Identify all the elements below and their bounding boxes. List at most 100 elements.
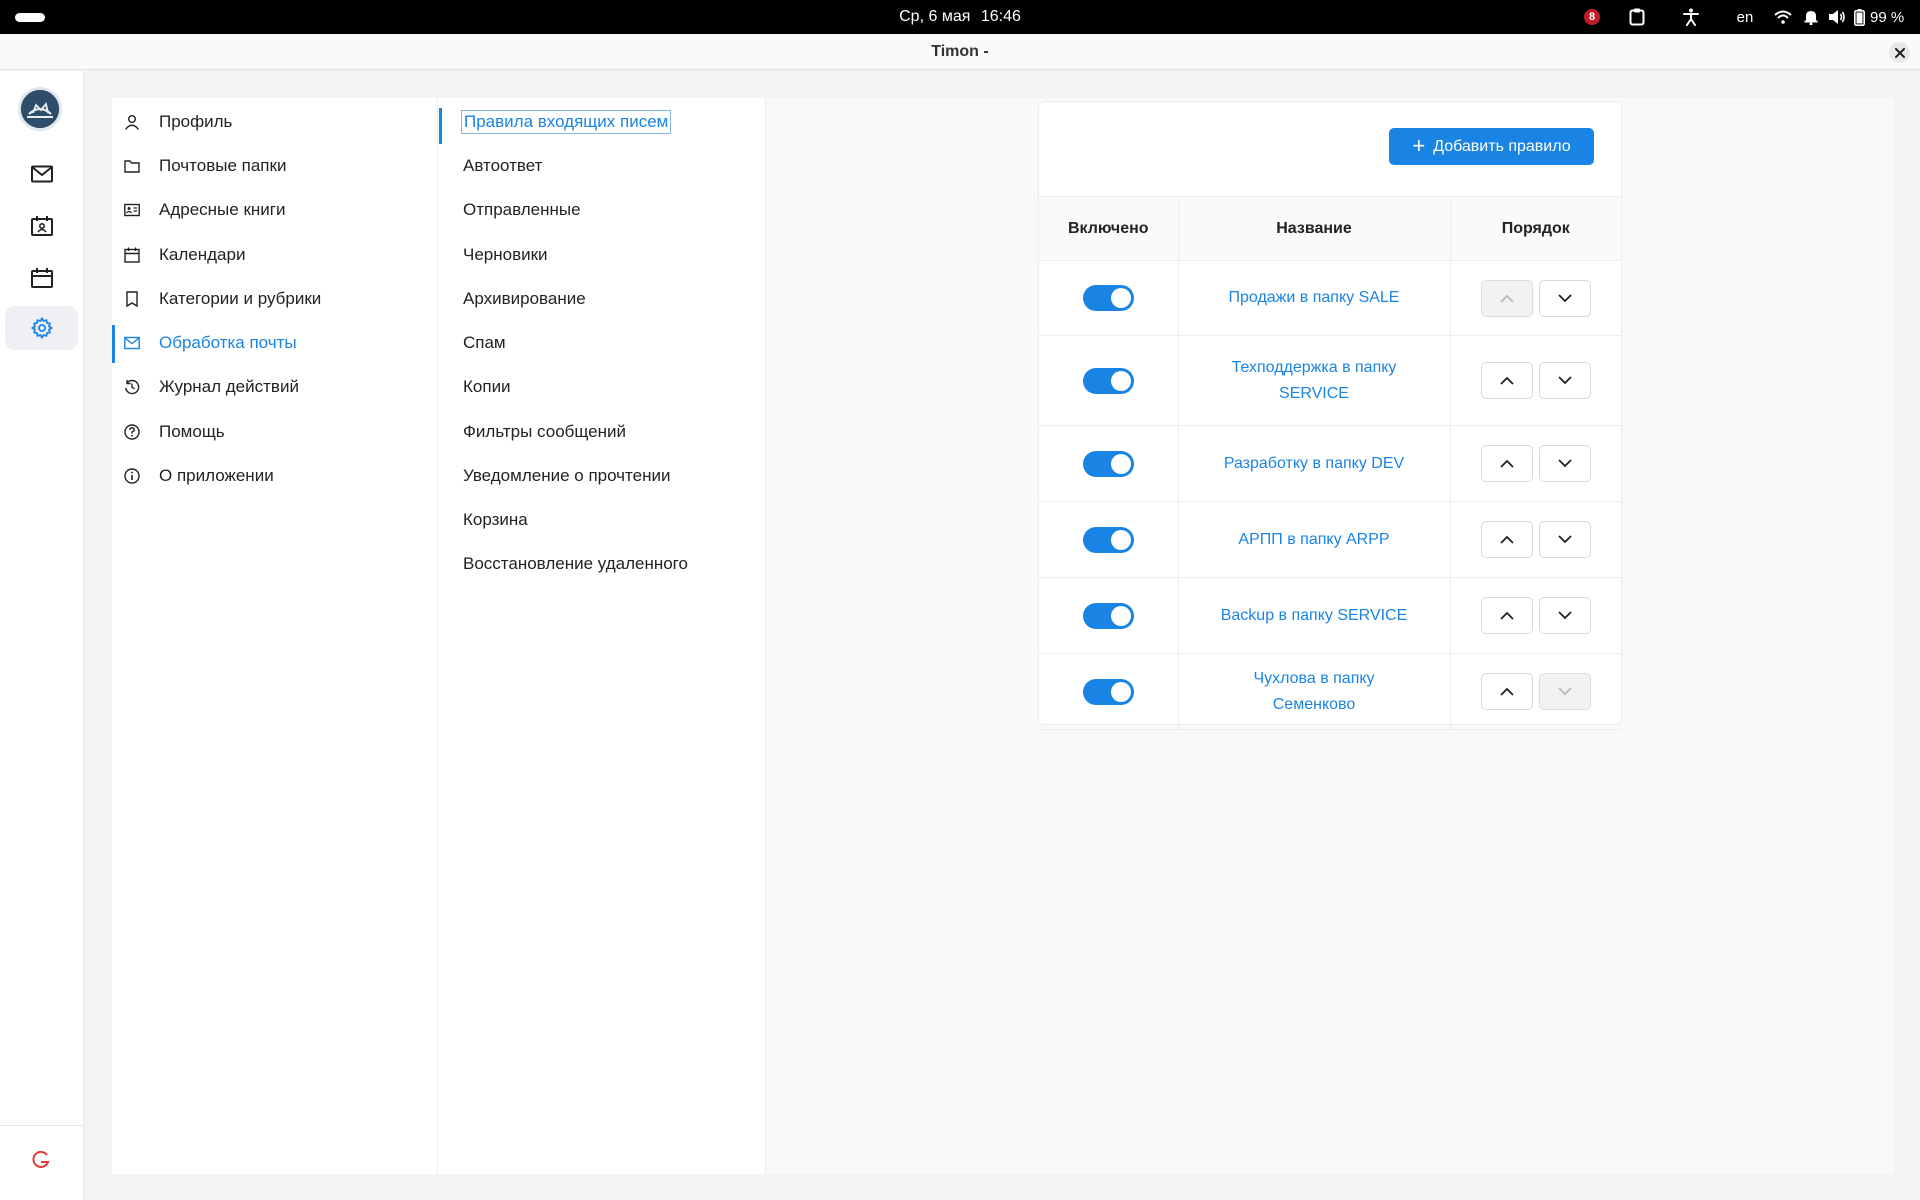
nav-item-categories[interactable]: Категории и рубрики: [112, 279, 438, 319]
battery-icon[interactable]: [1850, 0, 1868, 34]
rules-table-header: Включено Название Порядок: [1039, 196, 1621, 261]
rule-order-cell: [1449, 335, 1621, 426]
sub-item-drafts[interactable]: Черновики: [438, 235, 766, 275]
column-header-order: Порядок: [1449, 196, 1621, 261]
chevron-up-icon: [1500, 611, 1514, 620]
rule-name-link[interactable]: Разработку в папку DEV: [1224, 451, 1404, 477]
sub-item-label: Правила входящих писем: [461, 110, 672, 134]
column-header-enabled: Включено: [1039, 196, 1178, 261]
rule-enabled-toggle[interactable]: [1082, 678, 1134, 705]
rule-name-link[interactable]: Техподдержка в папку SERVICE: [1214, 355, 1414, 407]
sub-item-copies[interactable]: Копии: [438, 367, 766, 407]
rule-name-link[interactable]: Продажи в папку SALE: [1229, 285, 1400, 311]
help-icon: [124, 424, 140, 440]
keyboard-layout[interactable]: en: [1722, 0, 1768, 34]
sub-item-archiving[interactable]: Архивирование: [438, 279, 766, 319]
move-down-button[interactable]: [1538, 597, 1591, 634]
rule-enabled-cell: [1039, 501, 1178, 578]
user-icon: [124, 115, 140, 130]
sub-item-label: Автоответ: [463, 156, 543, 175]
sub-item-autoreply[interactable]: Автоответ: [438, 146, 766, 186]
accessibility-icon[interactable]: [1660, 0, 1722, 34]
move-up-button[interactable]: [1480, 362, 1533, 399]
rule-enabled-toggle[interactable]: [1082, 450, 1134, 477]
add-rule-button[interactable]: + Добавить правило: [1389, 128, 1594, 165]
rule-name-link[interactable]: Чухлова в папку Семенково: [1214, 666, 1414, 718]
bell-icon[interactable]: [1798, 0, 1824, 34]
plus-icon: +: [1412, 132, 1426, 158]
rule-enabled-toggle[interactable]: [1082, 526, 1134, 553]
rule-order-cell: [1449, 501, 1621, 578]
chevron-up-icon: [1500, 376, 1514, 385]
sub-item-read-receipts[interactable]: Уведомление о прочтении: [438, 456, 766, 496]
bookmark-icon: [126, 291, 138, 307]
rule-row: Чухлова в папку Семенково: [1039, 653, 1621, 730]
nav-item-label: Обработка почты: [159, 333, 297, 352]
rail-contacts-button[interactable]: [5, 204, 78, 248]
nav-item-label: Почтовые папки: [159, 156, 287, 175]
sub-item-label: Фильтры сообщений: [463, 422, 627, 441]
rule-name-link[interactable]: АРПП в папку ARPP: [1238, 527, 1389, 553]
nav-item-address-books[interactable]: Адресные книги: [112, 190, 438, 230]
rule-order-cell: [1449, 653, 1621, 730]
clock-date: Ср, 6 мая: [899, 8, 971, 25]
app-logo[interactable]: [18, 87, 62, 131]
nav-item-calendars[interactable]: Календари: [112, 235, 438, 275]
move-up-button[interactable]: [1480, 445, 1533, 482]
sub-item-label: Копии: [463, 377, 511, 396]
rule-name-cell: Техподдержка в папку SERVICE: [1177, 335, 1450, 426]
notification-badge[interactable]: 8: [1570, 0, 1614, 34]
nav-item-help[interactable]: Помощь: [112, 412, 438, 452]
nav-item-profile[interactable]: Профиль: [112, 102, 438, 142]
rule-enabled-cell: [1039, 260, 1178, 336]
sub-item-incoming-rules[interactable]: Правила входящих писем: [438, 102, 766, 144]
move-down-button[interactable]: [1538, 521, 1591, 558]
sub-item-spam[interactable]: Спам: [438, 323, 766, 363]
move-up-button[interactable]: [1480, 597, 1533, 634]
nav-item-label: Категории и рубрики: [159, 289, 322, 308]
rule-enabled-toggle[interactable]: [1082, 285, 1134, 311]
chevron-down-icon: [1558, 535, 1572, 544]
move-up-button[interactable]: [1480, 279, 1533, 317]
volume-icon[interactable]: [1824, 0, 1850, 34]
rule-row: Backup в папку SERVICE: [1039, 577, 1621, 654]
toggle-knob: [1110, 288, 1131, 308]
window-close-button[interactable]: [1889, 42, 1910, 63]
nav-item-mail-processing[interactable]: Обработка почты: [112, 323, 438, 363]
sub-item-label: Отправленные: [463, 200, 581, 219]
rule-name-cell: Чухлова в папку Семенково: [1177, 653, 1450, 730]
move-up-button[interactable]: [1480, 673, 1533, 710]
move-down-button[interactable]: [1538, 445, 1591, 482]
rule-row: Разработку в папку DEV: [1039, 425, 1621, 502]
toggle-knob: [1110, 529, 1131, 550]
sub-item-sent[interactable]: Отправленные: [438, 190, 766, 230]
rule-order-cell: [1449, 425, 1621, 502]
nav-item-mail-folders[interactable]: Почтовые папки: [112, 146, 438, 186]
close-icon: [1894, 47, 1905, 58]
rail-mail-button[interactable]: [5, 152, 78, 196]
rule-order-cell: [1449, 260, 1621, 336]
move-down-button[interactable]: [1538, 279, 1591, 317]
app-rail: [0, 71, 84, 1200]
chevron-up-icon: [1500, 535, 1514, 544]
sub-item-restore-deleted[interactable]: Восстановление удаленного: [438, 544, 766, 584]
rail-settings-button[interactable]: [5, 306, 78, 350]
sub-item-trash[interactable]: Корзина: [438, 500, 766, 540]
rule-enabled-toggle[interactable]: [1082, 367, 1134, 394]
rule-enabled-cell: [1039, 335, 1178, 426]
nav-item-activity-log[interactable]: Журнал действий: [112, 367, 438, 407]
rule-enabled-toggle[interactable]: [1082, 602, 1134, 629]
column-header-name: Название: [1177, 196, 1450, 261]
move-down-button[interactable]: [1538, 362, 1591, 399]
clipboard-icon[interactable]: [1614, 0, 1660, 34]
toggle-knob: [1110, 370, 1131, 391]
nav-item-about[interactable]: О приложении: [112, 456, 438, 496]
move-down-button[interactable]: [1538, 673, 1591, 710]
sub-item-message-filters[interactable]: Фильтры сообщений: [438, 412, 766, 452]
rail-calendar-button[interactable]: [5, 256, 78, 300]
move-up-button[interactable]: [1480, 521, 1533, 558]
rule-name-link[interactable]: Backup в папку SERVICE: [1221, 603, 1408, 629]
toggle-knob: [1110, 605, 1131, 626]
nav-item-label: Календари: [159, 245, 246, 264]
wifi-icon[interactable]: [1768, 0, 1798, 34]
